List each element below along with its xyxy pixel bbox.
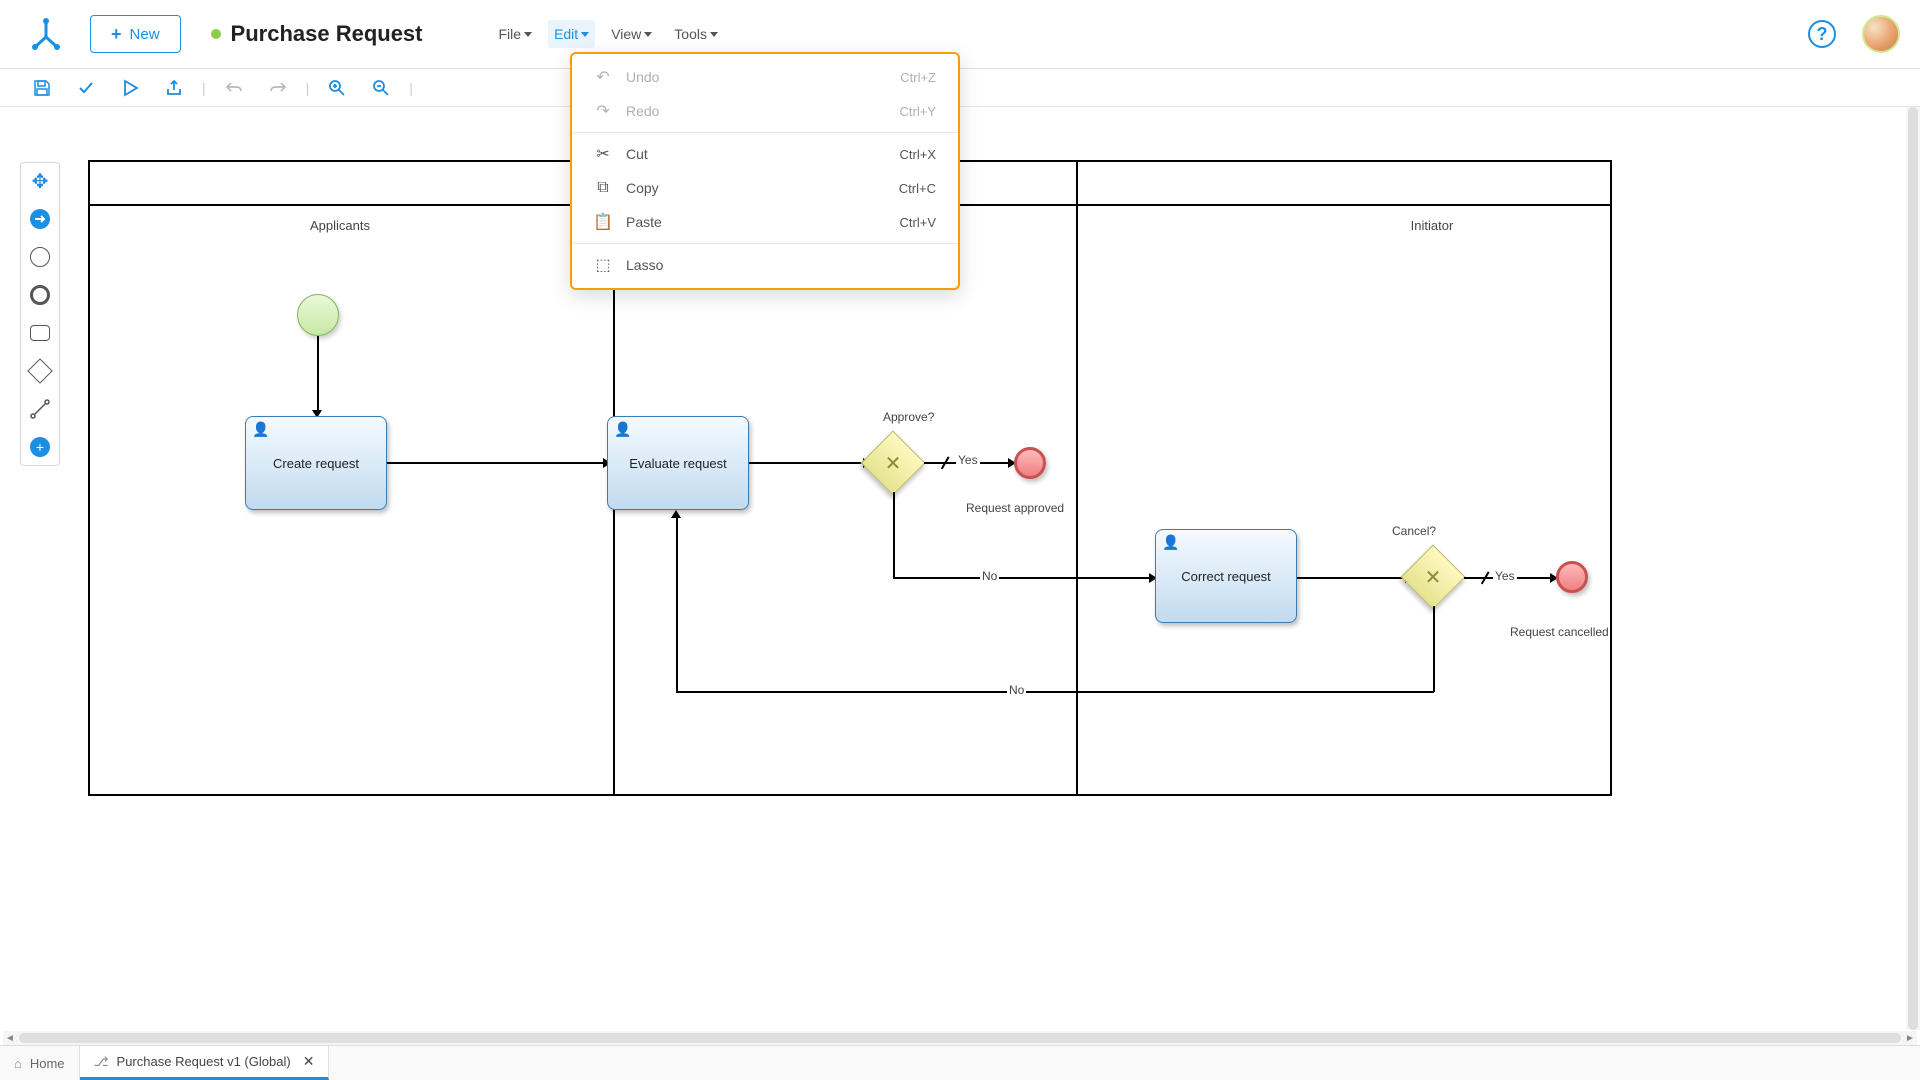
caret-down-icon xyxy=(524,32,532,37)
palette-move-icon[interactable]: ✥ xyxy=(28,169,52,193)
redo-icon[interactable] xyxy=(262,72,294,104)
app-logo-icon[interactable] xyxy=(26,14,66,54)
gateway-approve[interactable] xyxy=(860,430,925,495)
app-header: + New Purchase Request File Edit View To… xyxy=(0,0,1920,69)
undo-icon[interactable] xyxy=(218,72,250,104)
user-task-icon: 👤 xyxy=(614,421,631,438)
undo-icon: ↶ xyxy=(594,68,612,86)
redo-icon: ↷ xyxy=(594,102,612,120)
export-icon[interactable] xyxy=(158,72,190,104)
gateway-approve-label: Approve? xyxy=(883,410,934,424)
end-event-approved[interactable] xyxy=(1014,447,1046,479)
paste-icon: 📋 xyxy=(594,213,612,231)
palette-gateway-icon[interactable] xyxy=(28,359,52,383)
flow-yes-label: Yes xyxy=(956,453,980,467)
caret-down-icon xyxy=(710,32,718,37)
start-event[interactable] xyxy=(297,294,339,336)
save-icon[interactable] xyxy=(26,72,58,104)
end-event-cancelled[interactable] xyxy=(1556,561,1588,593)
diagram-icon: ⎇ xyxy=(94,1054,109,1070)
lane-initiator-label: Initiator xyxy=(1302,218,1562,233)
gateway-cancel[interactable] xyxy=(1400,544,1465,609)
menu-view[interactable]: View xyxy=(605,20,658,48)
user-avatar[interactable] xyxy=(1862,15,1900,53)
task-correct-request[interactable]: 👤 Correct request xyxy=(1155,529,1297,623)
palette-add-icon[interactable]: + xyxy=(28,435,52,459)
gateway-cancel-label: Cancel? xyxy=(1392,524,1436,538)
caret-down-icon xyxy=(644,32,652,37)
tab-bar: ⌂ Home ⎇ Purchase Request v1 (Global) ✕ xyxy=(0,1045,1920,1080)
task-create-request[interactable]: 👤 Create request xyxy=(245,416,387,510)
tab-home[interactable]: ⌂ Home xyxy=(0,1046,80,1080)
zoom-in-icon[interactable] xyxy=(321,72,353,104)
play-icon[interactable] xyxy=(114,72,146,104)
copy-icon: ⧉ xyxy=(594,179,612,197)
end-approved-label: Request approved xyxy=(966,501,1064,515)
palette-connector-icon[interactable] xyxy=(28,397,52,421)
scroll-right-icon[interactable]: ► xyxy=(1903,1031,1917,1045)
help-icon[interactable]: ? xyxy=(1808,20,1836,48)
tab-document[interactable]: ⎇ Purchase Request v1 (Global) ✕ xyxy=(80,1046,330,1080)
vertical-scrollbar[interactable] xyxy=(1906,107,1920,1030)
close-tab-icon[interactable]: ✕ xyxy=(303,1053,315,1070)
palette-task-icon[interactable] xyxy=(28,321,52,345)
status-dot-icon xyxy=(211,29,221,39)
lasso-icon: ⬚ xyxy=(594,256,612,274)
lane-applicants-label: Applicants xyxy=(210,218,470,233)
check-icon[interactable] xyxy=(70,72,102,104)
edit-cut[interactable]: ✂ Cut Ctrl+X xyxy=(572,137,958,171)
menu-tools[interactable]: Tools xyxy=(668,20,724,48)
scroll-left-icon[interactable]: ◄ xyxy=(3,1031,17,1045)
task-evaluate-request[interactable]: 👤 Evaluate request xyxy=(607,416,749,510)
zoom-out-icon[interactable] xyxy=(365,72,397,104)
plus-icon: + xyxy=(111,24,122,45)
edit-lasso[interactable]: ⬚ Lasso xyxy=(572,248,958,282)
user-task-icon: 👤 xyxy=(1162,534,1179,551)
flow-no-label: No xyxy=(1007,683,1026,697)
palette-end-event-icon[interactable] xyxy=(28,283,52,307)
menubar: File Edit View Tools xyxy=(493,20,724,48)
flow-no-label: No xyxy=(980,569,999,583)
new-button[interactable]: + New xyxy=(90,15,181,53)
menu-edit[interactable]: Edit xyxy=(548,20,595,48)
flow-yes-label: Yes xyxy=(1493,569,1517,583)
new-button-label: New xyxy=(130,26,160,43)
horizontal-scrollbar[interactable]: ◄ ► xyxy=(3,1031,1917,1045)
edit-copy[interactable]: ⧉ Copy Ctrl+C xyxy=(572,171,958,205)
title-area: Purchase Request xyxy=(211,21,423,47)
caret-down-icon xyxy=(581,32,589,37)
palette-sequence-arrow-icon[interactable] xyxy=(28,207,52,231)
toolbar: | | | xyxy=(0,69,1920,107)
cut-icon: ✂ xyxy=(594,145,612,163)
menu-file[interactable]: File xyxy=(493,20,539,48)
edit-dropdown: ↶ Undo Ctrl+Z ↷ Redo Ctrl+Y ✂ Cut Ctrl+X… xyxy=(570,52,960,290)
page-title: Purchase Request xyxy=(231,21,423,47)
home-icon: ⌂ xyxy=(14,1056,22,1071)
end-cancelled-label: Request cancelled xyxy=(1510,625,1609,639)
shapes-palette: ✥ + xyxy=(20,162,60,466)
edit-undo: ↶ Undo Ctrl+Z xyxy=(572,60,958,94)
edit-paste[interactable]: 📋 Paste Ctrl+V xyxy=(572,205,958,239)
user-task-icon: 👤 xyxy=(252,421,269,438)
palette-start-event-icon[interactable] xyxy=(28,245,52,269)
edit-redo: ↷ Redo Ctrl+Y xyxy=(572,94,958,128)
